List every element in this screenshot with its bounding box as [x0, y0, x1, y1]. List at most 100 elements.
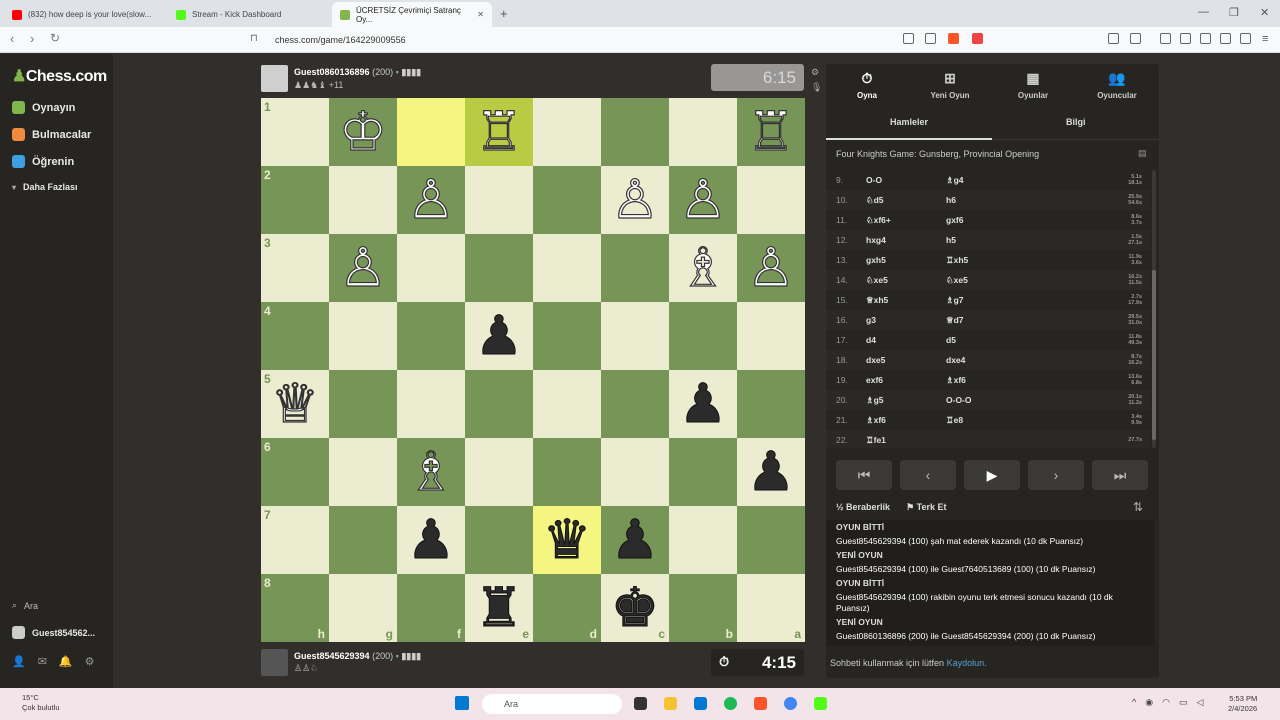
sidebar-search[interactable]: ⌕ Ara: [12, 600, 38, 611]
board-square[interactable]: c ♚: [601, 574, 669, 642]
board-square[interactable]: [533, 302, 601, 370]
sidebar-toggle-icon[interactable]: [1180, 33, 1191, 44]
forward-icon[interactable]: ›: [30, 31, 34, 46]
task-view-icon[interactable]: [634, 697, 647, 710]
white-piece-icon[interactable]: ♙: [406, 172, 456, 227]
black-move[interactable]: ♗xf6: [946, 375, 1106, 386]
taskbar-clock[interactable]: 5:53 PM 2/4/2026: [1228, 694, 1257, 714]
board-square[interactable]: 4: [261, 302, 329, 370]
reload-icon[interactable]: ↻: [50, 31, 60, 45]
board-square[interactable]: [329, 166, 397, 234]
board-square[interactable]: 6: [261, 438, 329, 506]
board-square[interactable]: [737, 166, 805, 234]
white-move[interactable]: exf6: [866, 375, 946, 385]
board-square[interactable]: ♖: [737, 98, 805, 166]
white-piece-icon[interactable]: ♙: [678, 172, 728, 227]
black-move[interactable]: h5: [946, 235, 1106, 245]
board-square[interactable]: [601, 370, 669, 438]
microphone-icon[interactable]: 🎙: [811, 82, 822, 93]
white-move[interactable]: ♗xf6: [866, 415, 946, 426]
battery-icon[interactable]: ▭: [1179, 697, 1188, 708]
move-list[interactable]: 9. O-O ♗g4 5.1s 18.1s 10. ♘d5 h6 25.9s 54.6s 11. ♘x…: [826, 170, 1150, 448]
new-tab-button[interactable]: +: [500, 6, 508, 21]
brave-rewards-icon[interactable]: [972, 33, 983, 44]
board-square[interactable]: a: [737, 574, 805, 642]
board-square[interactable]: [397, 370, 465, 438]
tab-play[interactable]: ⏱ Oyna: [827, 70, 907, 100]
white-piece-icon[interactable]: ♙: [610, 172, 660, 227]
bottom-player-name[interactable]: Guest8545629394 (200) ▪ ▮▮▮▮: [294, 651, 421, 662]
file-explorer-icon[interactable]: [664, 697, 677, 710]
minimize-button[interactable]: —: [1198, 6, 1209, 18]
white-piece-icon[interactable]: ♔: [338, 104, 388, 159]
black-move[interactable]: ♗g4: [946, 175, 1106, 186]
sidebar-item-puzzles[interactable]: Bulmacalar: [12, 128, 91, 141]
volume-icon[interactable]: ◁: [1196, 697, 1203, 708]
black-move[interactable]: O-O-O: [946, 395, 1106, 405]
black-move[interactable]: ♖xh5: [946, 255, 1106, 266]
white-move[interactable]: ♖fe1: [866, 435, 946, 446]
close-tab-icon[interactable]: ✕: [477, 10, 484, 19]
black-piece-icon[interactable]: ♚: [610, 581, 659, 636]
board-square[interactable]: [329, 506, 397, 574]
board-square[interactable]: 1: [261, 98, 329, 166]
board-square[interactable]: [669, 302, 737, 370]
black-piece-icon[interactable]: ♟: [746, 445, 795, 500]
white-piece-icon[interactable]: ♗: [678, 240, 728, 295]
wallet-icon[interactable]: [1200, 33, 1211, 44]
black-piece-icon[interactable]: ♟: [406, 513, 455, 568]
board-square[interactable]: [465, 234, 533, 302]
board-square[interactable]: ♗: [397, 438, 465, 506]
board-square[interactable]: [533, 166, 601, 234]
flip-board-icon[interactable]: ⇅: [1133, 500, 1143, 514]
white-move[interactable]: O-O: [866, 175, 946, 185]
board-square[interactable]: ♙: [601, 166, 669, 234]
white-piece-icon[interactable]: ♗: [406, 444, 456, 499]
weather-widget[interactable]: 15°C Çok bulutlu: [22, 693, 60, 713]
white-move[interactable]: ♗g5: [866, 395, 946, 406]
board-square[interactable]: [465, 506, 533, 574]
browser-tab-youtube[interactable]: (832) how deep is your love(slow...: [4, 2, 164, 27]
play-moves-button[interactable]: ▶: [964, 460, 1020, 490]
sidebar-item-learn[interactable]: Öğrenin: [12, 155, 74, 168]
vpn-icon[interactable]: [1240, 33, 1251, 44]
first-move-button[interactable]: ⏮: [836, 460, 892, 490]
tab-games[interactable]: ▦ Oyunlar: [993, 70, 1073, 100]
back-icon[interactable]: ‹: [10, 31, 14, 46]
install-icon[interactable]: [903, 33, 914, 44]
mail-icon[interactable]: ✉: [38, 655, 47, 668]
board-square[interactable]: [737, 302, 805, 370]
media-icon[interactable]: [1160, 33, 1171, 44]
leo-icon[interactable]: [1220, 33, 1231, 44]
board-square[interactable]: [669, 438, 737, 506]
spotify-icon[interactable]: [724, 697, 737, 710]
board-square[interactable]: ♟: [669, 370, 737, 438]
board-square[interactable]: [329, 370, 397, 438]
brave-icon[interactable]: [754, 697, 767, 710]
board-square[interactable]: 5 ♕: [261, 370, 329, 438]
black-piece-icon[interactable]: ♟: [610, 513, 659, 568]
white-move[interactable]: g3: [866, 315, 946, 325]
board-square[interactable]: d: [533, 574, 601, 642]
sidebar-item-play[interactable]: Oynayın: [12, 101, 75, 114]
board-square[interactable]: ♟: [737, 438, 805, 506]
board-square[interactable]: b: [669, 574, 737, 642]
board-square[interactable]: [465, 370, 533, 438]
board-square[interactable]: [397, 234, 465, 302]
draw-button[interactable]: ½ Beraberlik: [836, 502, 890, 513]
black-move[interactable]: ♕d7: [946, 315, 1106, 326]
board-square[interactable]: [737, 506, 805, 574]
kick-app-icon[interactable]: [814, 697, 827, 710]
store-icon[interactable]: [694, 697, 707, 710]
network-icon[interactable]: ◉: [1145, 697, 1153, 708]
board-square[interactable]: [465, 438, 533, 506]
signup-link[interactable]: Kaydolun.: [947, 658, 987, 668]
black-move[interactable]: ♘xe5: [946, 275, 1106, 286]
wifi-icon[interactable]: ◠: [1162, 697, 1170, 708]
taskbar-search[interactable]: Ara: [482, 694, 622, 714]
board-square[interactable]: 2: [261, 166, 329, 234]
prev-move-button[interactable]: ‹: [900, 460, 956, 490]
white-piece-icon[interactable]: ♖: [474, 104, 524, 159]
subtab-info[interactable]: Bilgi: [1066, 117, 1086, 127]
white-move[interactable]: ♘xe5: [866, 275, 946, 286]
